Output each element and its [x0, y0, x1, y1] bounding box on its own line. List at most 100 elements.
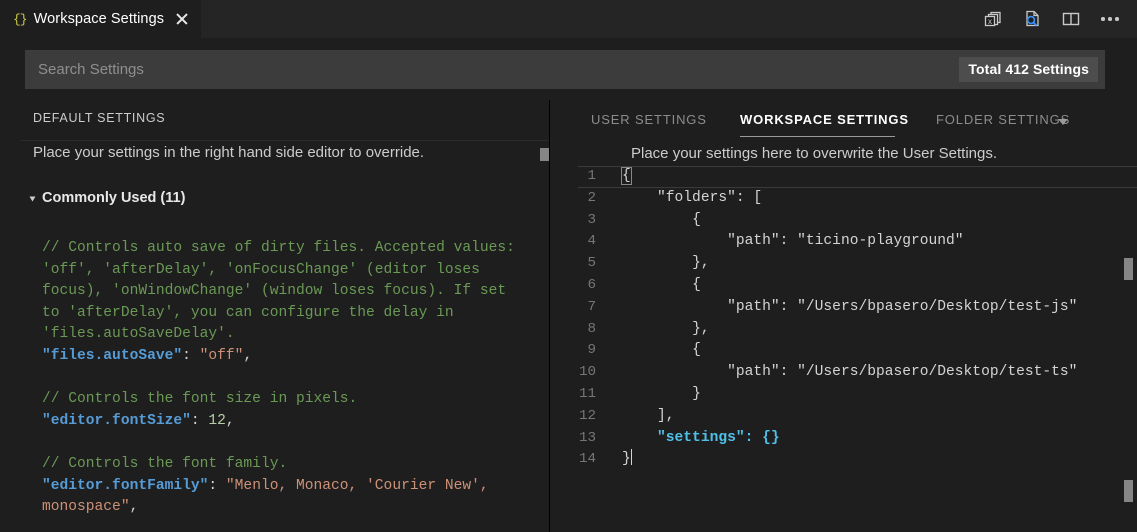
setting-key[interactable]: "editor.fontFamily" [42, 478, 208, 494]
editor-line[interactable]: 7 "path": "/Users/bpasero/Desktop/test-j… [550, 297, 1137, 319]
setting-trailing: , [243, 348, 252, 364]
setting-comment-line: to 'afterDelay', you can configure the d… [42, 305, 454, 321]
vscode-settings-window: {} Workspace Settings x [0, 0, 1137, 532]
json-text: "path": "ticino-playground" [727, 233, 963, 249]
tab-workspace-settings-scope[interactable]: WORKSPACE SETTINGS [740, 112, 909, 127]
setting-trailing: , [130, 499, 139, 515]
editor-line[interactable]: 9 { [550, 340, 1137, 362]
setting-separator: : [208, 478, 226, 494]
close-all-editors-icon[interactable]: x [982, 8, 1004, 30]
chevron-down-icon [30, 196, 36, 201]
line-number: 1 [550, 166, 596, 188]
settings-split-view: DEFAULT SETTINGS Place your settings in … [0, 100, 1137, 532]
line-indent [622, 233, 727, 249]
line-number: 8 [550, 319, 596, 341]
editor-line[interactable]: 2 "folders": [ [550, 188, 1137, 210]
line-number: 13 [550, 428, 596, 450]
line-indent [622, 299, 727, 315]
setting-value[interactable]: 12 [208, 413, 226, 429]
editor-scrollbar-thumb-bottom[interactable] [1124, 480, 1133, 502]
line-content: "settings": {} [622, 428, 780, 450]
editor-line[interactable]: 11 } [550, 384, 1137, 406]
line-content: { [622, 275, 701, 297]
line-number: 6 [550, 275, 596, 297]
editor-line[interactable]: 8 }, [550, 319, 1137, 341]
line-content: { [622, 166, 631, 188]
editor-line[interactable]: 13 "settings": {} [550, 428, 1137, 450]
line-indent [622, 430, 657, 446]
line-indent [622, 321, 692, 337]
json-text: } [692, 386, 701, 402]
line-number: 12 [550, 406, 596, 428]
setting-comment-line: // Controls the font size in pixels. [42, 391, 357, 407]
line-content: { [622, 340, 701, 362]
line-number: 7 [550, 297, 596, 319]
close-icon[interactable] [174, 11, 190, 27]
editor-line[interactable]: 14 } [550, 449, 1137, 471]
json-text: }, [692, 321, 710, 337]
line-content: }, [622, 253, 710, 275]
line-content: "folders": [ [622, 188, 762, 210]
default-settings-code: // Controls auto save of dirty files. Ac… [42, 238, 515, 519]
group-label: Commonly Used (11) [42, 190, 185, 206]
search-settings-input[interactable]: Search Settings Total 412 Settings [25, 50, 1105, 89]
line-number: 4 [550, 231, 596, 253]
json-text: { [692, 277, 701, 293]
line-content: "path": "ticino-playground" [622, 231, 964, 253]
line-indent [622, 386, 692, 402]
editor-line[interactable]: 6 { [550, 275, 1137, 297]
editor-line[interactable]: 3 { [550, 210, 1137, 232]
line-number: 10 [550, 362, 596, 384]
setting-trailing: , [226, 413, 235, 429]
setting-comment-line: 'files.autoSaveDelay'. [42, 326, 235, 342]
tab-workspace-settings[interactable]: {} Workspace Settings [0, 0, 201, 38]
line-number: 2 [550, 188, 596, 210]
editor-line[interactable]: 12 ], [550, 406, 1137, 428]
line-content: }, [622, 319, 710, 341]
line-indent [622, 212, 692, 228]
code-blank-line [42, 432, 515, 454]
editor-line[interactable]: 1 { [550, 166, 1137, 188]
json-text: { [692, 342, 701, 358]
settings-json-editor[interactable]: 1 { 2 "folders": [ 3 { 4 "path": "ticino… [550, 166, 1137, 532]
left-pane-scrollbar-thumb[interactable] [540, 148, 549, 161]
line-indent [622, 190, 657, 206]
editor-line[interactable]: 5 }, [550, 253, 1137, 275]
line-content: { [622, 210, 701, 232]
setting-key[interactable]: "files.autoSave" [42, 348, 182, 364]
line-indent [622, 408, 657, 424]
setting-value-continued[interactable]: monospace" [42, 499, 130, 515]
text-cursor [631, 449, 632, 465]
default-settings-pane: DEFAULT SETTINGS Place your settings in … [0, 100, 549, 532]
search-in-file-icon[interactable] [1021, 8, 1043, 30]
bracket-match: { [622, 168, 631, 184]
line-number: 14 [550, 449, 596, 471]
tab-folder-settings[interactable]: FOLDER SETTINGS [936, 112, 1070, 127]
line-number: 3 [550, 210, 596, 232]
settings-search-row: Search Settings Total 412 Settings [0, 38, 1137, 100]
workspace-settings-pane: USER SETTINGS WORKSPACE SETTINGS FOLDER … [550, 100, 1137, 532]
line-number: 9 [550, 340, 596, 362]
setting-value[interactable]: "Menlo, Monaco, 'Courier New', [226, 478, 489, 494]
json-text: "path": "/Users/bpasero/Desktop/test-ts" [727, 364, 1077, 380]
line-number: 5 [550, 253, 596, 275]
editor-scrollbar-thumb-top[interactable] [1124, 258, 1133, 280]
setting-comment-line: focus), 'onWindowChange' (window loses f… [42, 283, 506, 299]
line-indent [622, 255, 692, 271]
tab-user-settings[interactable]: USER SETTINGS [591, 112, 707, 127]
editor-line[interactable]: 4 "path": "ticino-playground" [550, 231, 1137, 253]
json-text: }, [692, 255, 710, 271]
split-editor-icon[interactable] [1060, 8, 1082, 30]
default-settings-header: DEFAULT SETTINGS [33, 111, 165, 125]
group-commonly-used[interactable]: Commonly Used (11) [30, 190, 185, 206]
setting-value[interactable]: "off" [200, 348, 244, 364]
chevron-down-icon[interactable] [1058, 119, 1068, 125]
setting-comment-line: 'off', 'afterDelay', 'onFocusChange' (ed… [42, 262, 480, 278]
editor-actions: x [982, 0, 1137, 38]
setting-key[interactable]: "editor.fontSize" [42, 413, 191, 429]
workspace-settings-subtitle: Place your settings here to overwrite th… [631, 145, 997, 162]
editor-line[interactable]: 10 "path": "/Users/bpasero/Desktop/test-… [550, 362, 1137, 384]
line-number: 11 [550, 384, 596, 406]
more-actions-icon[interactable] [1099, 8, 1121, 30]
line-indent [622, 364, 727, 380]
